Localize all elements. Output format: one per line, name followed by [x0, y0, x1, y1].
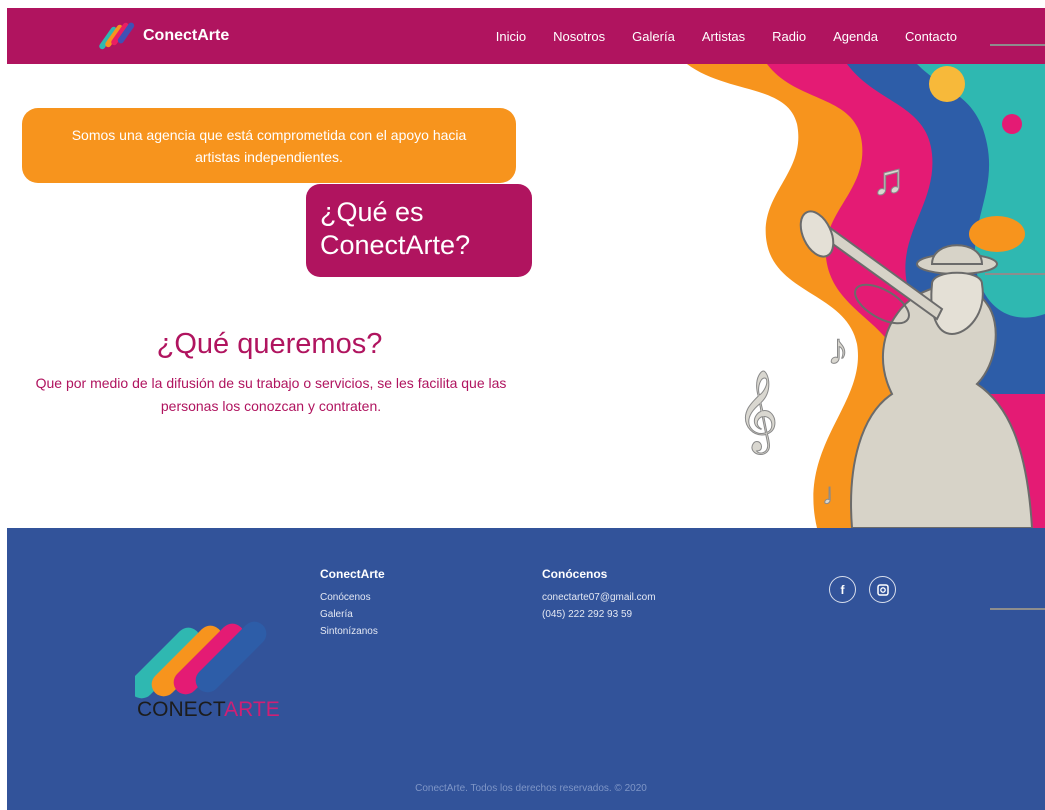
nav-artistas[interactable]: Artistas	[702, 29, 745, 44]
nav-agenda[interactable]: Agenda	[833, 29, 878, 44]
facebook-icon[interactable]: f	[829, 576, 856, 603]
goals-text: Que por medio de la difusión de su traba…	[35, 375, 507, 414]
goals-title: ¿Qué queremos?	[156, 328, 383, 360]
brand[interactable]: ConectArte	[99, 19, 229, 53]
navbar: ConectArte Inicio Nosotros Galería Artis…	[7, 8, 1045, 64]
nav-galeria[interactable]: Galería	[632, 29, 675, 44]
brand-logo-icon	[99, 22, 135, 50]
svg-text:𝄞: 𝄞	[737, 371, 778, 454]
footer-column-conectarte: ConectArte Conócenos Galería Sintonízano…	[320, 567, 385, 640]
footer: CONECTARTE ConectArte Conócenos Galería …	[7, 528, 1045, 810]
footer-column-title: Conócenos	[542, 567, 608, 581]
instagram-icon[interactable]	[869, 576, 896, 603]
intro-banner: Somos una agencia que está comprometida …	[22, 108, 516, 183]
wordmark-prefix: CONECT	[137, 698, 225, 721]
footer-wordmark: CONECTARTE	[137, 698, 280, 722]
nav-nosotros[interactable]: Nosotros	[553, 29, 605, 44]
brand-name: ConectArte	[143, 27, 230, 44]
footer-link-galeria[interactable]: Galería	[320, 606, 385, 623]
question-banner: ¿Qué es ConectArte?	[306, 184, 532, 277]
camera-icon	[876, 583, 889, 596]
footer-email[interactable]: conectarte07@gmail.com	[542, 589, 656, 606]
edge-divider	[990, 44, 1045, 46]
svg-text:♪: ♪	[827, 325, 849, 374]
svg-text:♩: ♩	[822, 478, 852, 511]
hero-section: Somos una agencia que está comprometida …	[7, 64, 1045, 528]
nav-radio[interactable]: Radio	[772, 29, 806, 44]
copyright-text: ConectArte. Todos los derechos reservado…	[415, 783, 647, 794]
nav-contacto[interactable]: Contacto	[905, 29, 957, 44]
footer-link-sintonizanos[interactable]: Sintonízanos	[320, 623, 385, 640]
main-menu: Inicio Nosotros Galería Artistas Radio A…	[496, 8, 957, 64]
footer-phone: (045) 222 292 93 59	[542, 609, 633, 620]
trumpet-player-illustration: ♫ ♪ 𝄞 ♩	[687, 64, 1045, 528]
page: ConectArte Inicio Nosotros Galería Artis…	[7, 8, 1045, 810]
nav-inicio[interactable]: Inicio	[496, 29, 526, 44]
footer-column-title: ConectArte	[320, 567, 385, 581]
svg-text:♫: ♫	[872, 155, 905, 204]
edge-divider	[990, 608, 1045, 610]
footer-column-contact: Conócenos conectarte07@gmail.com (045) 2…	[542, 567, 656, 623]
footer-link-conocenos[interactable]: Conócenos	[320, 589, 385, 606]
wordmark-suffix: ARTE	[224, 698, 280, 721]
